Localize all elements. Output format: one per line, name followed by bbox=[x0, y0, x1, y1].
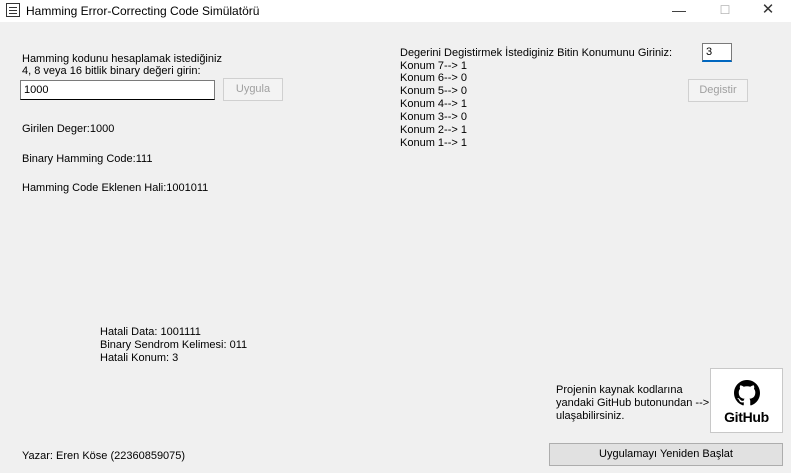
github-button[interactable]: GitHub bbox=[710, 368, 783, 433]
position-item: Konum 7--> 1 bbox=[400, 60, 467, 72]
window-title: Hamming Error-Correcting Code Simülatörü bbox=[26, 4, 260, 18]
position-item: Konum 3--> 0 bbox=[400, 111, 467, 123]
source-info-line2: yandaki GitHub butonundan --> bbox=[556, 397, 710, 409]
position-item: Konum 5--> 0 bbox=[400, 85, 467, 97]
change-bit-button[interactable]: Degistir bbox=[688, 79, 748, 102]
position-item: Konum 4--> 1 bbox=[400, 98, 467, 110]
position-prompt: Degerini Degistirmek İstediginiz Bitin K… bbox=[400, 47, 673, 59]
binary-hamming-code-label: Binary Hamming Code:111 bbox=[22, 153, 153, 165]
position-item: Konum 2--> 1 bbox=[400, 124, 467, 136]
apply-button[interactable]: Uygula bbox=[223, 78, 283, 101]
faulty-position-label: Hatali Konum: 3 bbox=[100, 352, 179, 364]
input-prompt-line1: Hamming kodunu hesaplamak istediğiniz bbox=[22, 53, 222, 65]
maximize-button[interactable]: ☐ bbox=[702, 0, 748, 22]
author-label: Yazar: Eren Köse (22360859075) bbox=[22, 450, 186, 462]
minimize-button[interactable]: — bbox=[656, 0, 702, 22]
binary-value-input[interactable] bbox=[20, 80, 215, 100]
hamming-code-added-label: Hamming Code Eklenen Hali:1001011 bbox=[22, 182, 209, 194]
position-item: Konum 6--> 0 bbox=[400, 72, 467, 84]
close-button[interactable]: ✕ bbox=[745, 0, 791, 22]
entered-value-label: Girilen Deger:1000 bbox=[22, 123, 115, 135]
input-prompt-line2: 4, 8 veya 16 bitlik binary değeri girin: bbox=[22, 65, 201, 77]
app-icon bbox=[6, 3, 20, 17]
github-label: GitHub bbox=[724, 409, 769, 425]
title-bar: Hamming Error-Correcting Code Simülatörü… bbox=[0, 0, 791, 22]
source-info-line3: ulaşabilirsiniz. bbox=[556, 410, 625, 422]
position-item: Konum 1--> 1 bbox=[400, 137, 467, 149]
bit-position-input[interactable] bbox=[702, 43, 732, 62]
source-info-line1: Projenin kaynak kodlarına bbox=[556, 384, 683, 396]
faulty-data-label: Hatali Data: 1001111 bbox=[100, 326, 201, 338]
restart-app-button[interactable]: Uygulamayı Yeniden Başlat bbox=[549, 443, 783, 466]
syndrome-word-label: Binary Sendrom Kelimesi: 011 bbox=[100, 339, 248, 351]
github-octocat-icon bbox=[734, 380, 760, 406]
